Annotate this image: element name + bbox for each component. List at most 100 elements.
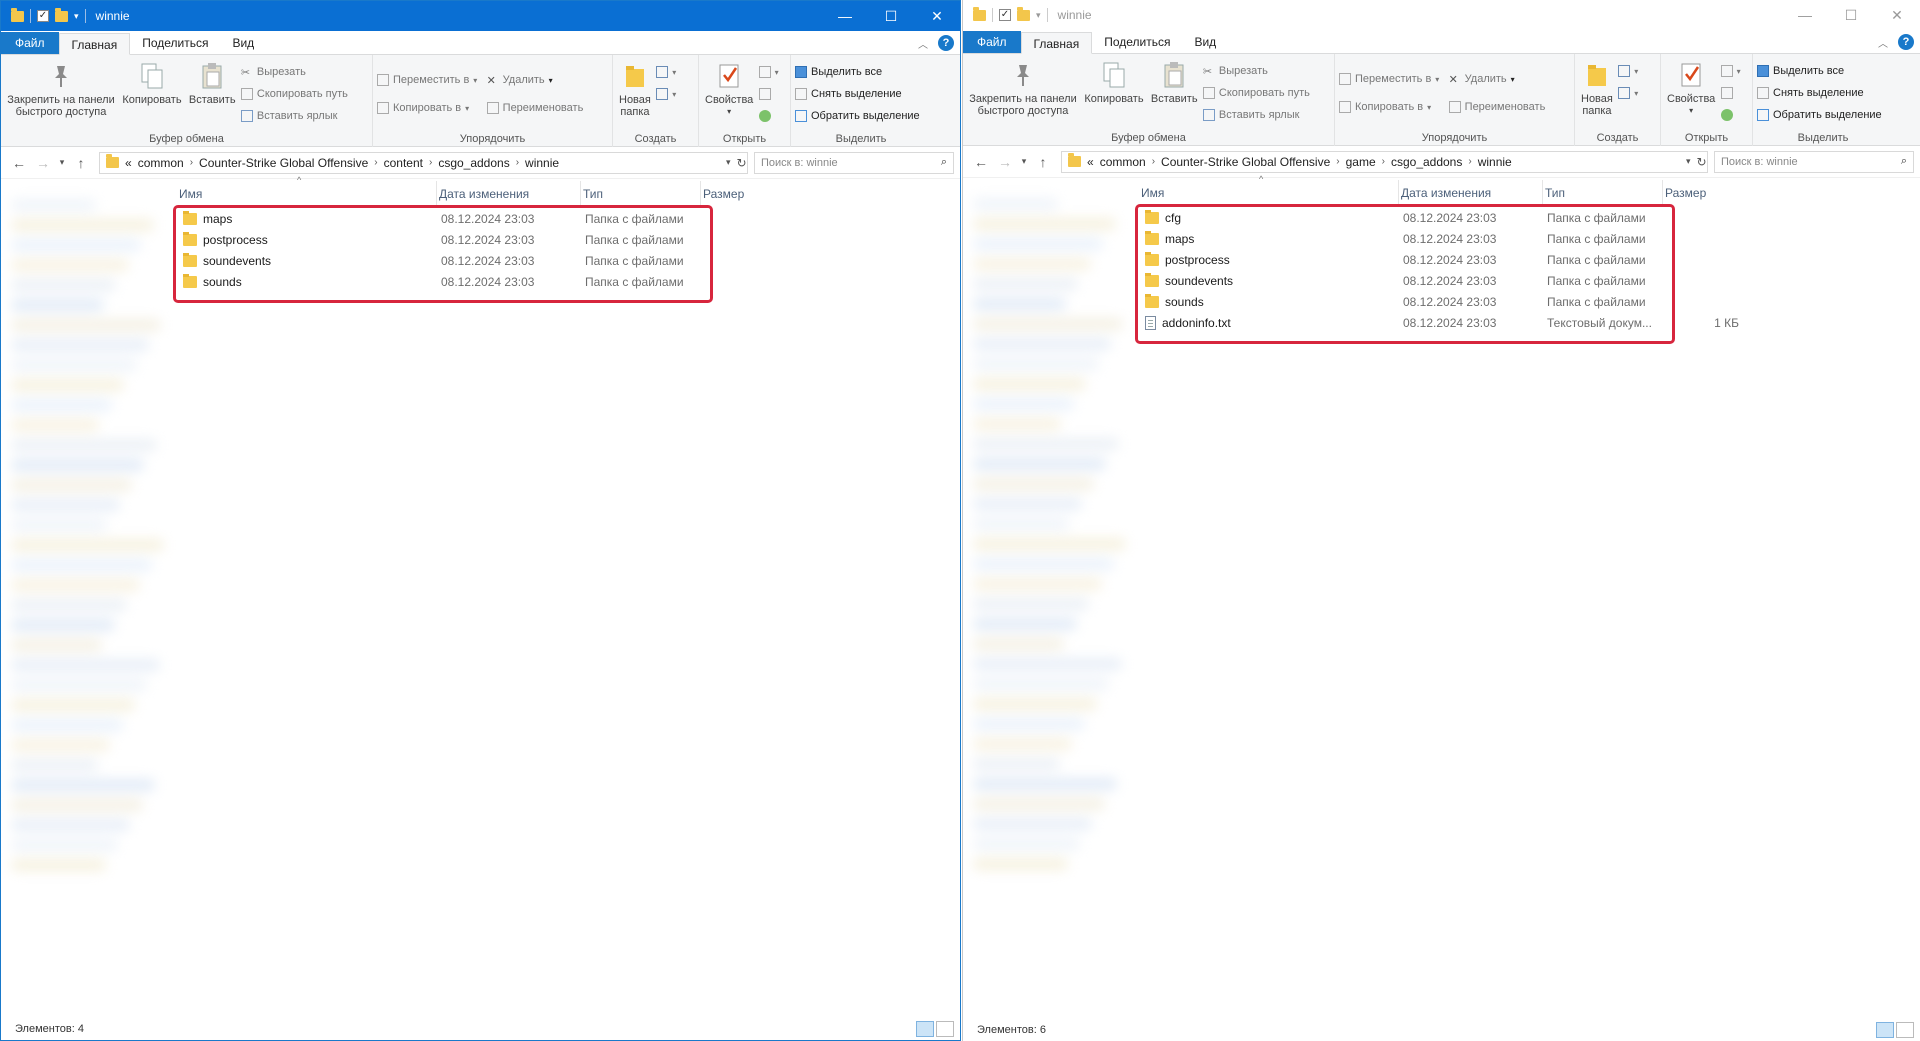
tab-share[interactable]: Поделиться <box>1092 31 1182 53</box>
maximize-icon[interactable]: ☐ <box>1828 0 1874 30</box>
history-button[interactable] <box>758 107 779 125</box>
breadcrumb-separator-icon[interactable]: › <box>1336 156 1339 167</box>
refresh-icon[interactable]: ↻ <box>1697 155 1707 169</box>
open-button[interactable]: ▾ <box>1720 62 1741 80</box>
help-icon[interactable]: ? <box>938 35 954 51</box>
breadcrumb-item[interactable]: csgo_addons <box>1391 155 1462 169</box>
move-to-button[interactable]: Переместить в ▾ <box>1339 70 1439 88</box>
breadcrumb-item[interactable]: Counter-Strike Global Offensive <box>199 156 368 170</box>
address-bar[interactable]: « common › Counter-Strike Global Offensive ›… <box>1061 150 1708 173</box>
refresh-icon[interactable]: ↻ <box>737 156 747 170</box>
collapse-ribbon-icon[interactable]: ︿ <box>1878 35 1888 50</box>
delete-button[interactable]: ✕ Удалить ▾ <box>1449 70 1546 88</box>
new-item-button[interactable]: ▾ <box>1618 62 1638 80</box>
edit-button[interactable] <box>758 85 779 103</box>
column-header-name[interactable]: Имя <box>1139 180 1399 206</box>
column-header-type[interactable]: Тип <box>1543 180 1663 206</box>
column-header-date[interactable]: Дата изменения <box>1399 180 1543 206</box>
copy-to-button[interactable]: Копировать в ▾ <box>377 99 477 117</box>
copy-path-button[interactable]: Скопировать путь <box>1202 84 1310 102</box>
address-bar[interactable]: « common › Counter-Strike Global Offensive ›… <box>99 151 748 174</box>
easy-access-button[interactable]: ▾ <box>1618 84 1638 102</box>
search-box[interactable]: Поиск в: winnie ⌕ <box>1714 150 1914 173</box>
tab-view[interactable]: Вид <box>1182 31 1228 53</box>
breadcrumb-item[interactable]: common <box>138 156 184 170</box>
move-to-button[interactable]: Переместить в ▾ <box>377 71 477 89</box>
tab-view[interactable]: Вид <box>220 32 266 54</box>
search-box[interactable]: Поиск в: winnie ⌕ <box>754 151 954 174</box>
breadcrumb-separator-icon[interactable]: › <box>374 157 377 168</box>
breadcrumb-separator-icon[interactable]: › <box>1152 156 1155 167</box>
tab-home[interactable]: Главная <box>1020 32 1093 54</box>
new-folder-button[interactable]: Новая папка <box>617 59 653 120</box>
details-view-icon[interactable] <box>1876 1022 1894 1038</box>
large-icons-view-icon[interactable] <box>1896 1022 1914 1038</box>
invert-selection-button[interactable]: Обратить выделение <box>1757 106 1882 124</box>
select-none-button[interactable]: Снять выделение <box>1757 84 1882 102</box>
history-button[interactable] <box>1720 106 1741 124</box>
collapse-ribbon-icon[interactable]: ︿ <box>918 36 928 51</box>
column-header-type[interactable]: Тип <box>581 181 701 207</box>
close-icon[interactable]: ✕ <box>914 1 960 31</box>
recent-locations-icon[interactable]: ▾ <box>55 157 69 168</box>
cut-button[interactable]: ✂ Вырезать <box>241 63 348 81</box>
new-folder-quick-icon[interactable] <box>1017 6 1030 21</box>
tab-file[interactable]: Файл <box>963 31 1021 53</box>
select-all-button[interactable]: Выделить все <box>795 63 920 81</box>
properties-quick-icon[interactable]: ✓ <box>37 10 49 22</box>
paste-button[interactable]: Вставить <box>187 59 238 108</box>
paste-shortcut-button[interactable]: Вставить ярлык <box>1202 106 1310 124</box>
column-header-size[interactable]: Размер <box>1663 180 1753 206</box>
pin-button[interactable]: Закрепить на панели быстрого доступа <box>967 58 1079 119</box>
copy-button[interactable]: Копировать <box>1082 58 1145 107</box>
pin-button[interactable]: Закрепить на панели быстрого доступа <box>5 59 117 120</box>
easy-access-button[interactable]: ▾ <box>656 85 676 103</box>
breadcrumb-item[interactable]: Counter-Strike Global Offensive <box>1161 155 1330 169</box>
customize-toolbar-icon[interactable]: ▾ <box>1036 10 1041 21</box>
minimize-icon[interactable]: — <box>1782 0 1828 30</box>
delete-button[interactable]: ✕ Удалить ▾ <box>487 71 584 89</box>
tab-file[interactable]: Файл <box>1 32 59 54</box>
breadcrumb-item[interactable]: game <box>1346 155 1376 169</box>
search-input[interactable]: Поиск в: winnie <box>1721 156 1798 168</box>
rename-button[interactable]: Переименовать <box>1448 98 1545 116</box>
breadcrumb-separator-icon[interactable]: › <box>1468 156 1471 167</box>
invert-selection-button[interactable]: Обратить выделение <box>795 107 920 125</box>
new-folder-button[interactable]: Новая папка <box>1579 58 1615 119</box>
address-dropdown-icon[interactable]: ▾ <box>1686 156 1691 167</box>
recent-locations-icon[interactable]: ▾ <box>1017 156 1031 167</box>
new-item-button[interactable]: ▾ <box>656 63 676 81</box>
paste-shortcut-button[interactable]: Вставить ярлык <box>240 107 348 125</box>
breadcrumb-separator-icon[interactable]: › <box>429 157 432 168</box>
tab-home[interactable]: Главная <box>58 33 131 55</box>
large-icons-view-icon[interactable] <box>936 1021 954 1037</box>
copy-to-button[interactable]: Копировать в ▾ <box>1339 98 1439 116</box>
tab-share[interactable]: Поделиться <box>130 32 220 54</box>
new-folder-quick-icon[interactable] <box>55 7 68 22</box>
select-all-button[interactable]: Выделить все <box>1757 62 1882 80</box>
cut-button[interactable]: ✂ Вырезать <box>1203 62 1310 80</box>
column-header-name[interactable]: Имя <box>177 181 437 207</box>
breadcrumb-item[interactable]: winnie <box>1478 155 1512 169</box>
breadcrumb-item[interactable]: winnie <box>525 156 559 170</box>
breadcrumb-separator-icon[interactable]: › <box>516 157 519 168</box>
edit-button[interactable] <box>1720 84 1741 102</box>
breadcrumb-overflow[interactable]: « <box>1087 155 1094 169</box>
minimize-icon[interactable]: — <box>822 1 868 31</box>
back-arrow-icon[interactable]: ← <box>969 154 993 170</box>
up-arrow-icon[interactable]: ↑ <box>1031 154 1055 170</box>
open-button[interactable]: ▾ <box>758 63 779 81</box>
rename-button[interactable]: Переименовать <box>486 99 583 117</box>
properties-quick-icon[interactable]: ✓ <box>999 9 1011 21</box>
navigation-pane[interactable] <box>1 181 169 1018</box>
close-icon[interactable]: ✕ <box>1874 0 1920 30</box>
maximize-icon[interactable]: ☐ <box>868 1 914 31</box>
copy-button[interactable]: Копировать <box>120 59 183 108</box>
breadcrumb-overflow[interactable]: « <box>125 156 132 170</box>
properties-button[interactable]: Свойства ▾ <box>703 59 755 120</box>
breadcrumb-separator-icon[interactable]: › <box>190 157 193 168</box>
paste-button[interactable]: Вставить <box>1149 58 1200 107</box>
column-header-date[interactable]: Дата изменения <box>437 181 581 207</box>
breadcrumb-separator-icon[interactable]: › <box>1382 156 1385 167</box>
help-icon[interactable]: ? <box>1898 34 1914 50</box>
